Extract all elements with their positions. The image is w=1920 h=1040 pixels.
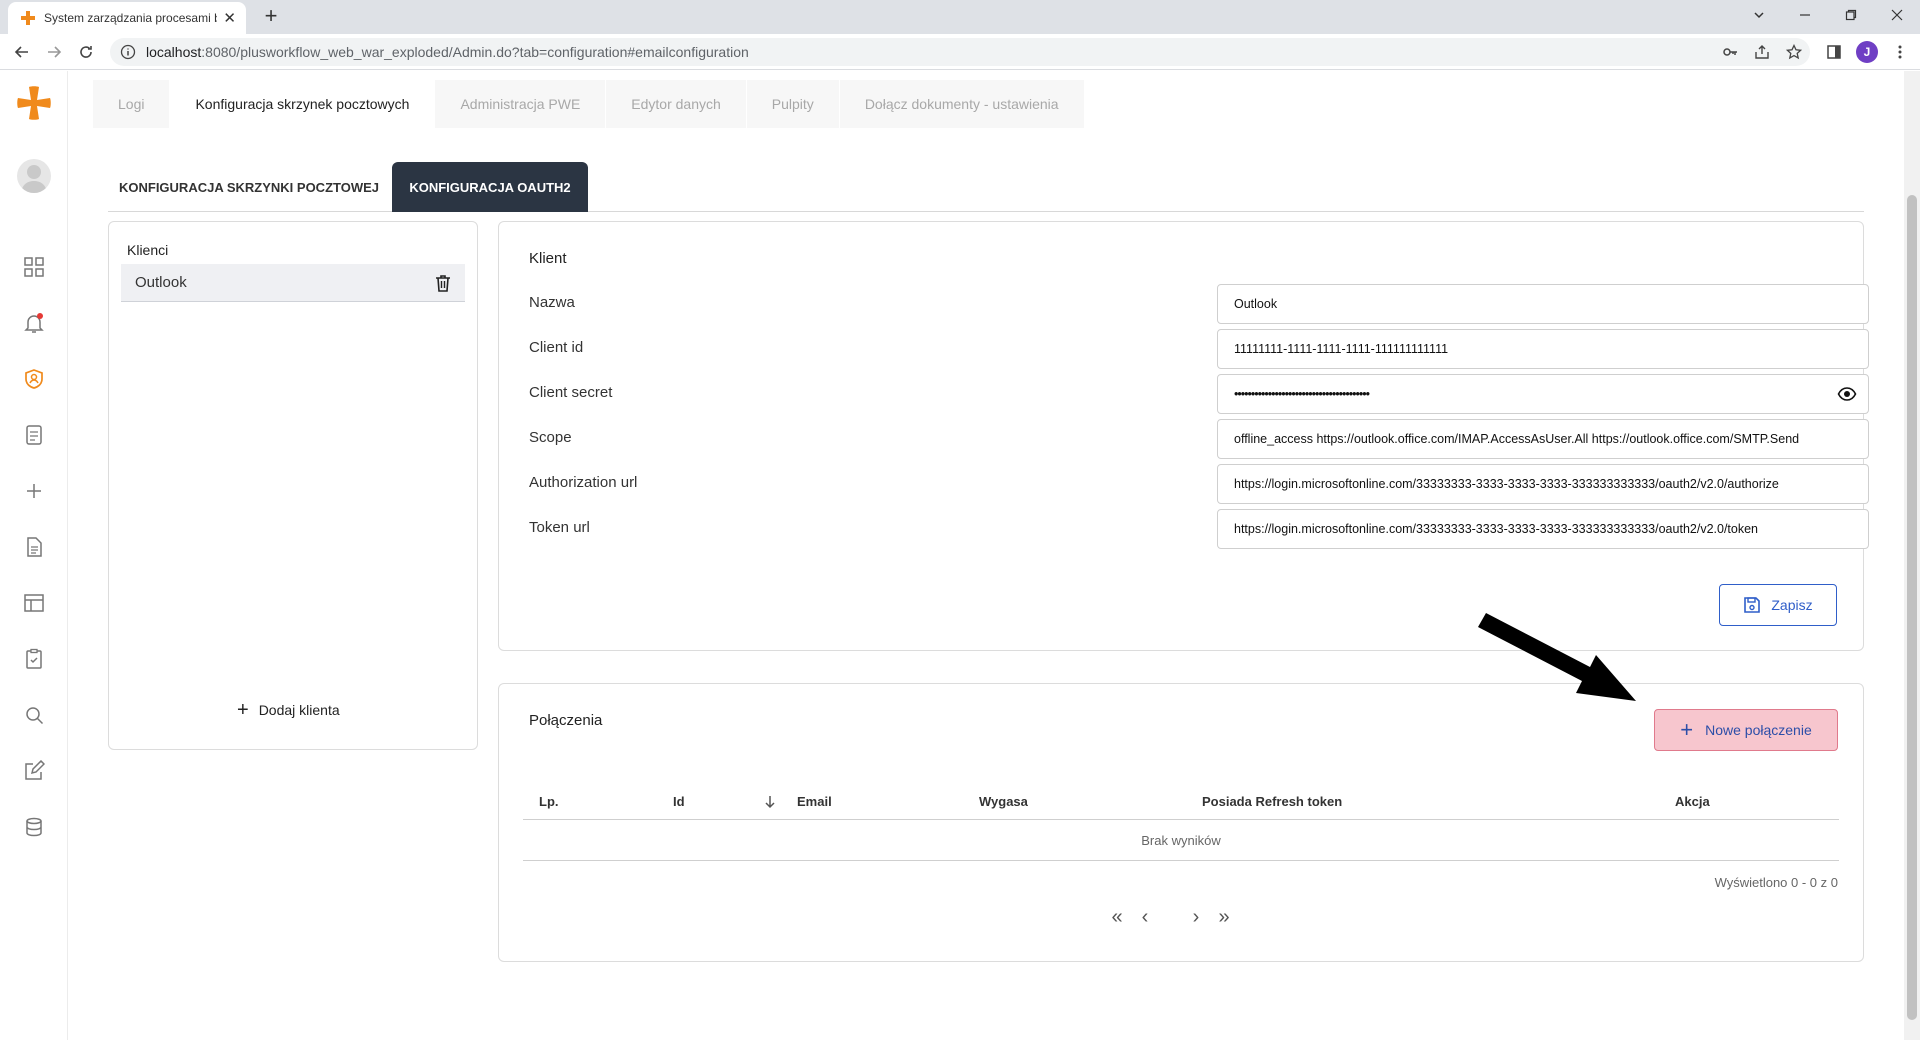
restore-icon[interactable]: [1828, 0, 1874, 30]
app-sidebar: [0, 71, 68, 1040]
document-icon[interactable]: [22, 535, 46, 559]
address-bar[interactable]: localhost:8080/plusworkflow_web_war_expl…: [110, 38, 1810, 66]
side-panel-icon[interactable]: [1824, 42, 1844, 62]
client-form-title: Klient: [529, 250, 567, 267]
connections-panel: Połączenia + Nowe połączenie Lp. Id Emai…: [498, 683, 1864, 962]
name-input[interactable]: [1217, 284, 1869, 324]
reload-icon[interactable]: [74, 40, 98, 64]
password-key-icon[interactable]: [1720, 42, 1740, 62]
client-id-label: Client id: [529, 339, 584, 356]
clients-panel: Klienci Outlook + Dodaj klienta: [108, 221, 478, 750]
database-icon[interactable]: [22, 815, 46, 839]
field-row-name: Nazwa: [529, 284, 1869, 324]
empty-results-row: Brak wyników: [523, 821, 1839, 861]
scope-label: Scope: [529, 429, 572, 446]
tab-dashboards[interactable]: Pulpity: [746, 80, 840, 128]
save-label: Zapisz: [1771, 597, 1813, 613]
user-avatar-icon[interactable]: [17, 159, 51, 193]
field-row-authorization-url: Authorization url: [529, 464, 1869, 504]
tab-mailbox-configuration[interactable]: Konfiguracja skrzynek pocztowych: [170, 80, 436, 128]
bookmark-star-icon[interactable]: [1784, 42, 1804, 62]
back-icon[interactable]: [10, 40, 34, 64]
token-url-label: Token url: [529, 519, 590, 536]
subtab-mailbox-config[interactable]: Konfiguracja skrzynki pocztowej: [108, 162, 390, 212]
field-row-client-secret: Client secret: [529, 374, 1869, 414]
table-layout-icon[interactable]: [22, 591, 46, 615]
clipboard-check-icon[interactable]: [22, 647, 46, 671]
field-row-client-id: Client id: [529, 329, 1869, 369]
site-info-icon[interactable]: [120, 44, 136, 60]
show-password-eye-icon[interactable]: [1837, 384, 1857, 404]
results-count: Wyświetlono 0 - 0 z 0: [1714, 875, 1838, 890]
menu-dots-icon[interactable]: [1890, 42, 1910, 62]
client-form-panel: Klient Nazwa Client id Client secret Sco…: [498, 221, 1869, 651]
column-has-refresh-token[interactable]: Posiada Refresh token: [1202, 794, 1342, 809]
client-secret-label: Client secret: [529, 384, 613, 401]
dashboard-grid-icon[interactable]: [22, 255, 46, 279]
first-page-icon[interactable]: «: [1106, 906, 1128, 928]
forward-icon[interactable]: [42, 40, 66, 64]
column-expires[interactable]: Wygasa: [979, 794, 1028, 809]
plus-icon: +: [237, 699, 249, 721]
close-tab-icon[interactable]: ✕: [223, 9, 236, 27]
connections-title: Połączenia: [529, 712, 603, 729]
tab-attach-documents-settings[interactable]: Dołącz dokumenty - ustawienia: [839, 80, 1085, 128]
browser-tab-title: System zarządzania procesami bi: [44, 11, 218, 25]
add-plus-icon[interactable]: [22, 479, 46, 503]
url-text: localhost:8080/plusworkflow_web_war_expl…: [146, 44, 749, 60]
tab-data-editor[interactable]: Edytor danych: [606, 80, 747, 128]
field-row-token-url: Token url: [529, 509, 1869, 549]
client-item-label: Outlook: [135, 274, 187, 291]
share-icon[interactable]: [1752, 42, 1772, 62]
new-tab-button[interactable]: +: [258, 4, 284, 30]
scope-input[interactable]: [1217, 419, 1869, 459]
plus-icon: +: [1680, 717, 1694, 742]
last-page-icon[interactable]: »: [1213, 906, 1235, 928]
tab-pwe-administration[interactable]: Administracja PWE: [435, 80, 607, 128]
tab-logi[interactable]: Logi: [93, 80, 171, 128]
browser-toolbar: localhost:8080/plusworkflow_web_war_expl…: [0, 34, 1920, 70]
delete-trash-icon[interactable]: [433, 273, 453, 293]
config-subtabs: Konfiguracja skrzynki pocztowej Konfigur…: [108, 162, 1864, 212]
app-logo-icon[interactable]: [14, 85, 54, 125]
notification-bell-icon[interactable]: [22, 311, 46, 335]
sort-arrow-down-icon[interactable]: [763, 794, 777, 810]
task-list-icon[interactable]: [22, 423, 46, 447]
client-id-input[interactable]: [1217, 329, 1869, 369]
new-connection-button[interactable]: + Nowe połączenie: [1654, 709, 1838, 751]
client-secret-input[interactable]: [1217, 374, 1869, 414]
admin-tabs: Logi Konfiguracja skrzynek pocztowych Ad…: [93, 80, 1085, 128]
authorization-url-input[interactable]: [1217, 464, 1869, 504]
token-url-input[interactable]: [1217, 509, 1869, 549]
app-favicon-icon: [21, 11, 35, 25]
minimize-icon[interactable]: [1782, 0, 1828, 30]
column-email[interactable]: Email: [797, 794, 832, 809]
tab-search-icon[interactable]: [1736, 0, 1782, 30]
clients-header: Klienci: [127, 242, 169, 258]
profile-avatar[interactable]: J: [1856, 41, 1878, 63]
browser-tab[interactable]: System zarządzania procesami bi ✕: [8, 2, 246, 34]
edit-pencil-icon[interactable]: [22, 759, 46, 783]
subtab-oauth2-config[interactable]: Konfiguracja OAUTH2: [392, 162, 588, 212]
search-icon[interactable]: [22, 703, 46, 727]
browser-tabstrip: System zarządzania procesami bi ✕ +: [0, 0, 1920, 34]
add-client-label: Dodaj klienta: [258, 702, 340, 718]
page-scroll-thumb[interactable]: [1907, 195, 1917, 1020]
column-action[interactable]: Akcja: [1675, 794, 1710, 809]
field-row-scope: Scope: [529, 419, 1869, 459]
new-connection-label: Nowe połączenie: [1705, 722, 1812, 738]
column-lp[interactable]: Lp.: [539, 794, 559, 809]
next-page-icon[interactable]: ›: [1185, 906, 1207, 928]
column-id[interactable]: Id: [673, 794, 685, 809]
close-window-icon[interactable]: [1874, 0, 1920, 30]
add-client-button[interactable]: + Dodaj klienta: [237, 699, 340, 721]
name-label: Nazwa: [529, 294, 575, 311]
connections-table-header: Lp. Id Email Wygasa Posiada Refresh toke…: [523, 784, 1839, 820]
authorization-url-label: Authorization url: [529, 474, 638, 491]
save-floppy-icon: [1744, 597, 1761, 613]
save-button[interactable]: Zapisz: [1719, 584, 1837, 626]
client-item-outlook[interactable]: Outlook: [121, 264, 465, 302]
admin-shield-icon[interactable]: [22, 367, 46, 391]
prev-page-icon[interactable]: ‹: [1134, 906, 1156, 928]
